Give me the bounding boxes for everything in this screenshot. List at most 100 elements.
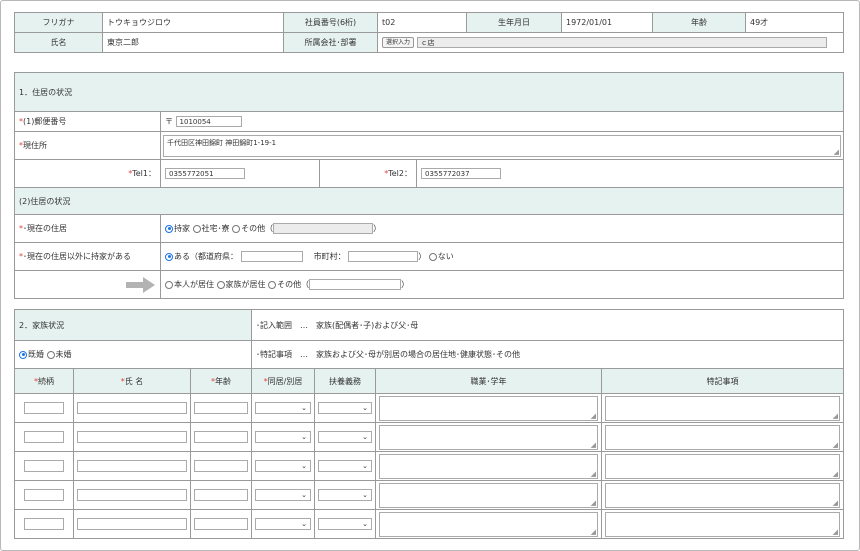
resize-grip-icon[interactable]: ◢ <box>591 499 596 507</box>
radio-family-occupied[interactable] <box>216 280 225 289</box>
single-label: 未婚 <box>55 350 72 359</box>
living-select[interactable]: ⌄ <box>255 489 311 501</box>
relation-input[interactable] <box>24 402 64 414</box>
resize-grip-icon[interactable]: ◢ <box>833 499 838 507</box>
support-select[interactable]: ⌄ <box>318 402 372 414</box>
living-select[interactable]: ⌄ <box>255 431 311 443</box>
family-table: 2．家族状況 ･記入範囲 … 家族(配偶者･子)および父･母 既婚 未婚 ･特記… <box>14 309 844 539</box>
tel1-label-cell: *Tel1： <box>14 159 161 188</box>
notes-cell: ◢ <box>601 480 844 510</box>
arrow-cell <box>14 270 161 299</box>
support-cell: ⌄ <box>314 480 376 510</box>
resize-grip-icon[interactable]: ◢ <box>591 412 596 420</box>
radio-has-property[interactable] <box>165 252 173 261</box>
radio-other-occupied[interactable] <box>268 280 277 289</box>
tel2-label: Tel2： <box>388 169 412 178</box>
radio-married[interactable] <box>19 350 27 359</box>
other-home-label: その他（ <box>241 224 274 233</box>
notes-textarea[interactable]: ◢ <box>605 511 840 537</box>
support-cell: ⌄ <box>314 422 376 452</box>
job-cell: ◢ <box>375 422 602 452</box>
member-age-input[interactable] <box>194 518 248 530</box>
own-home-label: 持家 <box>174 224 190 233</box>
no-property-label: ない <box>437 252 454 261</box>
member-age-input[interactable] <box>194 431 248 443</box>
col-name: *氏 名 <box>73 368 191 394</box>
job-cell: ◢ <box>375 451 602 481</box>
tel1-input[interactable]: 0355772051 <box>165 168 245 179</box>
city-input[interactable] <box>348 251 419 262</box>
resize-grip-icon[interactable]: ◢ <box>833 441 838 449</box>
member-age-input[interactable] <box>194 489 248 501</box>
resize-grip-icon[interactable]: ◢ <box>833 528 838 536</box>
company-field[interactable]: ｃ店 <box>416 37 827 48</box>
notes-textarea[interactable]: ◢ <box>605 453 840 479</box>
notes-textarea[interactable]: ◢ <box>605 395 840 421</box>
living-select[interactable]: ⌄ <box>255 460 311 472</box>
address-label-cell: *現住所 <box>14 131 161 160</box>
birth-date-value: 1972/01/01 <box>561 12 653 33</box>
resize-grip-icon[interactable]: ◢ <box>591 441 596 449</box>
job-textarea[interactable]: ◢ <box>379 453 598 479</box>
age-label: 年齢 <box>652 12 746 33</box>
job-textarea[interactable]: ◢ <box>379 511 598 537</box>
member-age-cell <box>190 509 252 539</box>
radio-self-occupied[interactable] <box>165 280 173 289</box>
member-name-input[interactable] <box>77 489 187 501</box>
member-age-input[interactable] <box>194 460 248 472</box>
member-age-cell <box>190 480 252 510</box>
tel2-label-cell: *Tel2： <box>319 159 417 188</box>
job-textarea[interactable]: ◢ <box>379 424 598 450</box>
resize-grip-icon[interactable]: ◢ <box>591 528 596 536</box>
family-row: ⌄ ⌄ ◢ ◢ <box>14 480 844 510</box>
member-name-input[interactable] <box>77 402 187 414</box>
radio-other-home[interactable] <box>232 224 241 233</box>
relation-input[interactable] <box>24 431 64 443</box>
address-cell: 千代田区神田錦町 神田錦町1-19-1 ◢ <box>159 131 845 160</box>
support-select[interactable]: ⌄ <box>318 518 372 530</box>
living-select[interactable]: ⌄ <box>255 518 311 530</box>
prefecture-input[interactable] <box>240 251 303 262</box>
member-name-input[interactable] <box>77 518 187 530</box>
postal-code-input[interactable]: 1010054 <box>175 116 242 127</box>
member-age-input[interactable] <box>194 402 248 414</box>
relation-input[interactable] <box>24 460 64 472</box>
relation-input[interactable] <box>24 518 64 530</box>
member-age-cell <box>190 393 252 423</box>
notes-textarea[interactable]: ◢ <box>605 424 840 450</box>
tel2-input[interactable]: 0355772037 <box>421 168 501 179</box>
support-select[interactable]: ⌄ <box>318 431 372 443</box>
resize-grip-icon[interactable]: ◢ <box>591 470 596 478</box>
radio-own-home[interactable] <box>165 224 173 233</box>
other-property-label-cell: *･現在の住居以外に持家がある <box>14 242 161 271</box>
postal-label-cell: *(1)郵便番号 <box>14 111 161 132</box>
select-input-button[interactable]: 選択入力 <box>382 37 415 48</box>
living-cell: ⌄ <box>251 393 315 423</box>
current-home-label-cell: *･現在の住居 <box>14 214 161 243</box>
close-paren: ） <box>418 252 427 261</box>
job-textarea[interactable]: ◢ <box>379 395 598 421</box>
member-name-input[interactable] <box>77 431 187 443</box>
postal-mark: 〒 <box>165 117 173 126</box>
chevron-down-icon: ⌄ <box>362 491 368 499</box>
address-textarea[interactable]: 千代田区神田錦町 神田錦町1-19-1 ◢ <box>163 134 842 157</box>
member-name-input[interactable] <box>77 460 187 472</box>
radio-company-housing[interactable] <box>192 224 201 233</box>
job-textarea[interactable]: ◢ <box>379 482 598 508</box>
living-select[interactable]: ⌄ <box>255 402 311 414</box>
living-cell: ⌄ <box>251 509 315 539</box>
resize-grip-icon[interactable]: ◢ <box>833 470 838 478</box>
support-cell: ⌄ <box>314 509 376 539</box>
support-select[interactable]: ⌄ <box>318 460 372 472</box>
notes-textarea[interactable]: ◢ <box>605 482 840 508</box>
other-occupied-label: その他（ <box>277 280 310 289</box>
other-occupied-input[interactable] <box>309 279 402 290</box>
radio-no-property[interactable] <box>428 252 437 261</box>
support-select[interactable]: ⌄ <box>318 489 372 501</box>
resize-grip-icon[interactable]: ◢ <box>833 412 838 420</box>
chevron-down-icon: ⌄ <box>301 462 307 470</box>
resize-grip-icon[interactable]: ◢ <box>834 148 839 156</box>
radio-single[interactable] <box>46 350 55 359</box>
other-home-input[interactable] <box>273 223 374 234</box>
relation-input[interactable] <box>24 489 64 501</box>
